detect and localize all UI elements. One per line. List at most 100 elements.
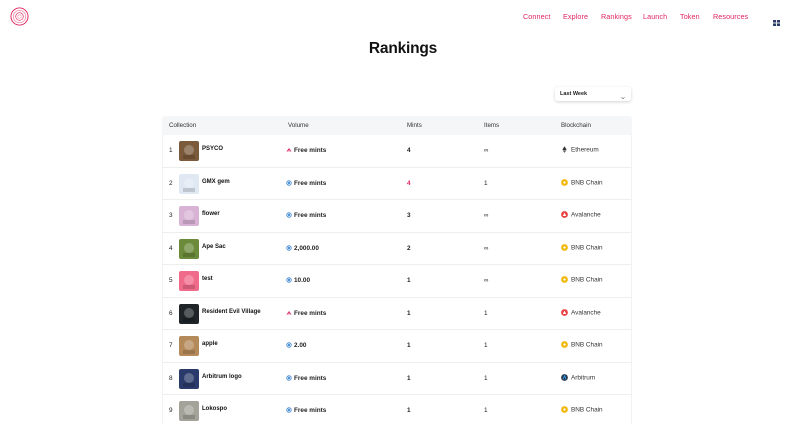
table-row[interactable]: 5 test 10.00 1 ∞ BNB Chain: [162, 265, 632, 298]
mints-value: 1: [407, 309, 411, 317]
coin-icon: [286, 179, 292, 186]
blockchain-cell: BNB Chain: [561, 406, 603, 414]
collection-thumbnail[interactable]: [179, 206, 199, 226]
nav-launch[interactable]: Launch: [643, 12, 667, 21]
fire-icon: [286, 147, 292, 153]
volume-value: 2,000.00: [294, 244, 319, 252]
collection-name[interactable]: PSYCO: [202, 146, 223, 152]
rank-number: 8: [169, 374, 173, 382]
table-row[interactable]: 7 apple 2.00 1 1 BNB Chain: [162, 330, 632, 363]
volume-value: Free mints: [294, 309, 327, 317]
blockchain-name: BNB Chain: [571, 244, 603, 251]
volume-cell: Free mints: [286, 375, 326, 382]
blockchain-cell: Avalanche: [561, 308, 601, 316]
collection-name[interactable]: flower: [202, 211, 220, 217]
rank-number: 3: [169, 212, 173, 219]
collection-thumbnail[interactable]: [179, 238, 199, 259]
collection-name[interactable]: Arbitrum logo: [202, 374, 242, 380]
collection-name[interactable]: Ape Sac: [202, 244, 226, 250]
volume-value: Free mints: [294, 212, 327, 219]
table-row[interactable]: 9 Lokospo Free mints 1 1 BNB Chain: [162, 395, 632, 424]
blockchain-name: BNB Chain: [571, 276, 603, 284]
collection-name[interactable]: Lokospo: [202, 406, 227, 412]
collection-name[interactable]: test: [202, 276, 213, 282]
rank-number: 2: [169, 179, 173, 187]
header-collection[interactable]: Collection: [169, 122, 196, 129]
nav-explore[interactable]: Explore: [563, 12, 588, 21]
volume-cell: 2,000.00: [286, 245, 319, 252]
avalanche-icon: [561, 211, 568, 218]
time-range-value: Last Week: [560, 91, 588, 97]
ethereum-icon: [561, 146, 568, 153]
mints-value: 2: [407, 244, 411, 252]
header-volume[interactable]: Volume: [288, 122, 309, 129]
items-value: ∞: [484, 277, 489, 284]
table-row[interactable]: 1 PSYCO Free mints 4 ∞ Ethereum: [162, 135, 632, 168]
blockchain-cell: BNB Chain: [561, 178, 603, 186]
header-blockchain[interactable]: Blockchain: [561, 122, 591, 129]
blockchain-cell: BNB Chain: [561, 276, 603, 284]
collection-thumbnail[interactable]: [179, 173, 199, 194]
bnb-icon: [561, 276, 568, 283]
volume-cell: Free mints: [286, 212, 326, 219]
header-items[interactable]: Items: [484, 122, 499, 129]
blockchain-name: Avalanche: [571, 309, 601, 316]
coin-icon: [286, 277, 292, 283]
blockchain-name: Avalanche: [571, 211, 601, 219]
blockchain-cell: Avalanche: [561, 211, 601, 219]
volume-value: Free mints: [294, 179, 327, 187]
volume-value: Free mints: [294, 407, 327, 414]
mints-value: 1: [407, 277, 411, 284]
nav-resources[interactable]: Resources: [713, 12, 748, 21]
volume-cell: 2.00: [286, 342, 306, 349]
volume-cell: Free mints: [286, 310, 326, 317]
items-value: 1: [484, 179, 488, 187]
blockchain-name: BNB Chain: [571, 341, 603, 349]
mints-value: 4: [407, 179, 411, 187]
collection-name[interactable]: GMX gem: [202, 179, 230, 185]
table-row[interactable]: 6 Resident Evil Village Free mints 1 1 Avalan…: [162, 297, 632, 330]
table-header: Collection Volume Mints Items Blockchain: [162, 116, 632, 135]
collection-thumbnail[interactable]: [179, 303, 199, 324]
blockchain-name: Ethereum: [571, 146, 599, 154]
nav-token[interactable]: Token: [680, 12, 700, 21]
coin-icon: [286, 342, 292, 348]
bnb-icon: [561, 341, 568, 348]
blockchain-cell: BNB Chain: [561, 341, 603, 349]
volume-value: Free mints: [294, 374, 327, 382]
page-title: Rankings: [368, 40, 438, 57]
items-value: ∞: [484, 244, 489, 252]
nav-rankings[interactable]: Rankings: [601, 12, 632, 21]
rank-number: 5: [169, 277, 173, 284]
collection-thumbnail[interactable]: [179, 336, 199, 356]
items-value: 1: [484, 374, 488, 382]
collection-thumbnail[interactable]: [179, 141, 199, 161]
table-row[interactable]: 2 GMX gem Free mints 4 1 BNB Chain: [162, 167, 632, 200]
collection-name[interactable]: Resident Evil Village: [202, 309, 261, 315]
chevron-down-icon: [621, 92, 625, 100]
bnb-icon: [561, 178, 568, 186]
language-flag-icon[interactable]: [773, 13, 780, 26]
blockchain-cell: Arbitrum: [561, 373, 595, 381]
table-row[interactable]: 8 Arbitrum logo Free mints 1 1 Arbitrum: [162, 362, 632, 395]
time-range-dropdown[interactable]: Last Week: [555, 87, 631, 101]
table-row[interactable]: 3 flower Free mints 3 ∞ Avalanche: [162, 200, 632, 233]
collection-thumbnail[interactable]: [179, 271, 199, 291]
avalanche-icon: [561, 308, 568, 316]
rank-number: 7: [169, 342, 173, 349]
coin-icon: [286, 374, 292, 381]
coin-icon: [286, 407, 292, 413]
blockchain-cell: BNB Chain: [561, 243, 603, 251]
collection-name[interactable]: apple: [202, 341, 218, 347]
arbitrum-icon: [561, 373, 568, 381]
mints-value: 3: [407, 212, 411, 219]
top-nav: Connect Explore Rankings Launch Token Re…: [0, 12, 806, 26]
items-value: 1: [484, 309, 488, 317]
header-mints[interactable]: Mints: [407, 122, 422, 129]
nav-connect[interactable]: Connect: [523, 12, 550, 21]
collection-thumbnail[interactable]: [179, 368, 199, 389]
items-value: 1: [484, 407, 488, 414]
collection-thumbnail[interactable]: [179, 401, 199, 421]
rank-number: 9: [169, 407, 173, 414]
table-row[interactable]: 4 Ape Sac 2,000.00 2 ∞ BNB Chain: [162, 232, 632, 265]
